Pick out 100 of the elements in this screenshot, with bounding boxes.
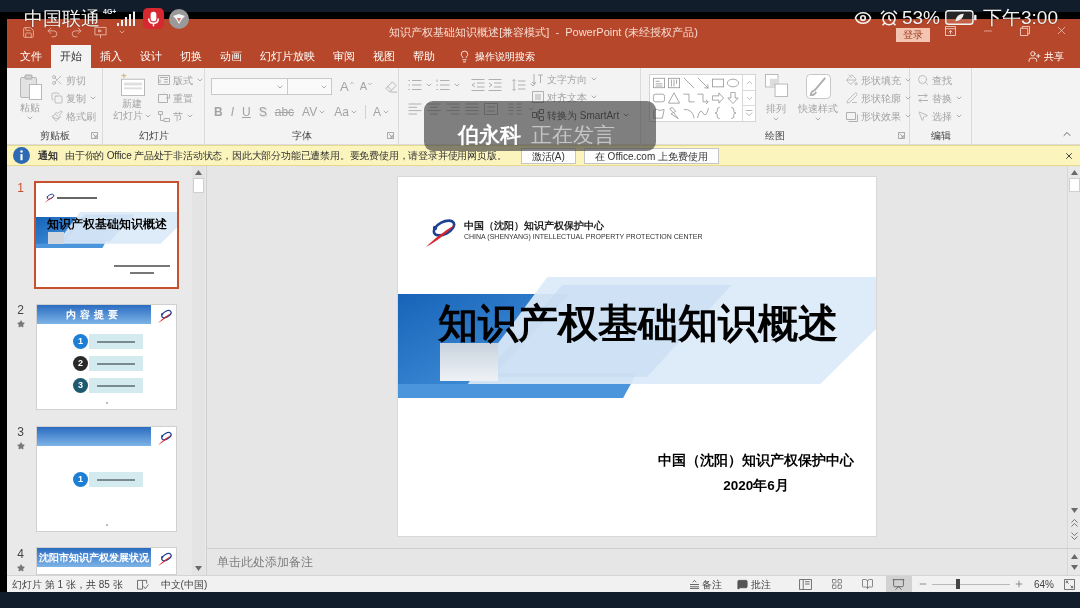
increase-indent-icon[interactable] bbox=[488, 79, 502, 91]
align-center-icon[interactable] bbox=[427, 103, 441, 115]
zoom-in-icon[interactable] bbox=[1014, 579, 1024, 589]
ribbon-tab[interactable]: 审阅 bbox=[324, 45, 364, 68]
window-title: 知识产权基础知识概述[兼容模式] - PowerPoint (未经授权产品) bbox=[389, 24, 698, 40]
share-button[interactable]: 共享 bbox=[1028, 45, 1064, 68]
speech-bubble-icon bbox=[737, 578, 748, 590]
signal-bars-icon bbox=[117, 10, 136, 27]
search-icon bbox=[917, 74, 929, 86]
rectangle-shape-icon[interactable] bbox=[712, 76, 724, 89]
slide-position: 幻灯片 第 1 张，共 85 张 bbox=[12, 577, 123, 592]
elbow-connector-shape-icon[interactable] bbox=[682, 92, 695, 104]
down-arrow-shape-icon[interactable] bbox=[726, 92, 739, 104]
scroll-down-arrow-icon[interactable] bbox=[1070, 508, 1078, 513]
corner-arrow-icon[interactable] bbox=[387, 132, 394, 139]
scroll-up-arrow-icon[interactable] bbox=[1070, 170, 1078, 175]
framed-lines-icon[interactable] bbox=[484, 103, 498, 115]
gallery-more-icon[interactable] bbox=[745, 110, 753, 118]
notice-title: 通知 bbox=[38, 149, 58, 163]
view-button[interactable] bbox=[886, 576, 912, 592]
save-icon[interactable] bbox=[22, 25, 35, 39]
caret-icon bbox=[772, 115, 780, 123]
bullet-list-icon[interactable] bbox=[408, 79, 422, 91]
ribbon-tab[interactable]: 视图 bbox=[364, 45, 404, 68]
microphone-icon bbox=[143, 8, 165, 29]
oval-shape-icon[interactable] bbox=[726, 76, 739, 89]
arc-shape-icon[interactable] bbox=[682, 107, 695, 120]
presentation-date: 2020年6月 bbox=[723, 478, 789, 494]
open-book-icon bbox=[861, 578, 875, 590]
zoom-slider-thumb[interactable] bbox=[955, 579, 960, 589]
scroll-up-arrow-icon[interactable] bbox=[195, 170, 202, 175]
new-slide-icon bbox=[119, 73, 145, 96]
sign-in-button[interactable]: 登录 bbox=[896, 28, 930, 42]
right-arrow-shape-icon[interactable] bbox=[712, 92, 724, 104]
ribbon-tab[interactable]: 动画 bbox=[211, 45, 251, 68]
vertical-text-box-shape-icon[interactable] bbox=[668, 76, 680, 89]
eraser-icon[interactable] bbox=[385, 80, 398, 93]
linked-boxes-icon bbox=[158, 110, 170, 122]
justify-icon[interactable] bbox=[465, 103, 479, 115]
align-right-icon[interactable] bbox=[446, 103, 460, 115]
speaking-status: 正在发言 bbox=[531, 124, 615, 145]
restore-icon[interactable] bbox=[1019, 25, 1030, 36]
caret-icon bbox=[622, 111, 631, 119]
pen-icon bbox=[846, 92, 858, 104]
ribbon-tab[interactable]: 帮助 bbox=[404, 45, 444, 68]
slide-thumbnail[interactable]: 沈阳市知识产权发展状况 bbox=[36, 547, 177, 575]
slide-thumbnail[interactable]: 知识产权基础知识概述 bbox=[34, 181, 179, 289]
line-spacing-icon[interactable] bbox=[512, 79, 526, 91]
rounded-rectangle-shape-icon[interactable] bbox=[653, 92, 666, 104]
close-icon[interactable] bbox=[1064, 150, 1074, 161]
box-diagonal-arrow-icon[interactable] bbox=[1064, 578, 1075, 590]
slide-thumbnail[interactable]: 1 bbox=[36, 426, 177, 532]
ribbon-tab[interactable]: 幻灯片放映 bbox=[251, 45, 324, 68]
zoom-slider[interactable] bbox=[932, 579, 1010, 589]
slide-thumbnail[interactable]: 内容提要 1 2 3 bbox=[36, 304, 177, 410]
align-left-icon[interactable] bbox=[408, 103, 422, 115]
scroll-up-arrow-icon[interactable] bbox=[1070, 554, 1078, 559]
double-chevron-down-icon[interactable] bbox=[1070, 532, 1078, 540]
numbered-list-icon[interactable] bbox=[436, 79, 450, 91]
font-name-dropdown[interactable] bbox=[211, 78, 288, 95]
organization-name: 中国（沈阳）知识产权保护中心 bbox=[464, 220, 604, 231]
lightning-shape-icon[interactable] bbox=[668, 107, 680, 120]
use-online-button[interactable]: 在 Office.com 上免费使用 bbox=[583, 147, 719, 164]
book-check-icon[interactable] bbox=[136, 578, 149, 590]
caret-icon bbox=[425, 81, 433, 89]
columns-icon[interactable] bbox=[508, 103, 522, 115]
screen-play-icon[interactable] bbox=[94, 25, 107, 39]
line-shape-icon[interactable] bbox=[682, 76, 695, 89]
activate-button[interactable]: 激活(A) bbox=[520, 147, 576, 164]
window-up-arrow-icon[interactable] bbox=[945, 25, 956, 36]
scrollbar-thumb[interactable] bbox=[193, 178, 204, 193]
ribbon-tab[interactable]: 插入 bbox=[91, 45, 131, 68]
triangle-shape-icon[interactable] bbox=[668, 92, 680, 104]
caret-up-icon bbox=[348, 80, 355, 86]
comments-button[interactable]: 批注 bbox=[737, 576, 771, 592]
double-chevron-up-icon[interactable] bbox=[1070, 519, 1078, 527]
tell-me-search[interactable]: 操作说明搜索 bbox=[475, 49, 535, 64]
notes-field[interactable]: 单击此处添加备注 bbox=[207, 549, 1067, 575]
caret-icon bbox=[527, 105, 535, 113]
scrollbar-thumb[interactable] bbox=[1068, 178, 1080, 192]
ribbon-tab[interactable]: 设计 bbox=[131, 45, 171, 68]
curve-shape-icon[interactable] bbox=[697, 107, 710, 120]
text-box-shape-icon[interactable] bbox=[653, 76, 666, 89]
freeform-shape-icon[interactable] bbox=[653, 107, 666, 120]
ribbon-tab[interactable]: 切换 bbox=[171, 45, 211, 68]
box-with-lines-icon bbox=[532, 91, 544, 103]
corner-arrow-icon[interactable] bbox=[898, 132, 905, 139]
notes-button[interactable]: 备注 bbox=[690, 576, 722, 592]
caret-down-icon bbox=[367, 81, 373, 87]
ribbon-tab[interactable]: 开始 bbox=[51, 45, 91, 68]
elbow-arrow-shape-icon[interactable] bbox=[697, 92, 710, 104]
decrease-indent-icon[interactable] bbox=[471, 79, 485, 91]
group-label: 剪贴板 bbox=[39, 129, 70, 143]
corner-arrow-icon[interactable] bbox=[91, 132, 98, 139]
projector-screen-icon bbox=[892, 577, 906, 591]
font-size-dropdown[interactable] bbox=[288, 78, 332, 95]
ribbon-tab[interactable]: 文件 bbox=[11, 45, 51, 68]
arrow-line-shape-icon[interactable] bbox=[697, 76, 710, 89]
scroll-down-arrow-icon[interactable] bbox=[195, 566, 202, 571]
scroll-down-arrow-icon[interactable] bbox=[1070, 565, 1078, 570]
